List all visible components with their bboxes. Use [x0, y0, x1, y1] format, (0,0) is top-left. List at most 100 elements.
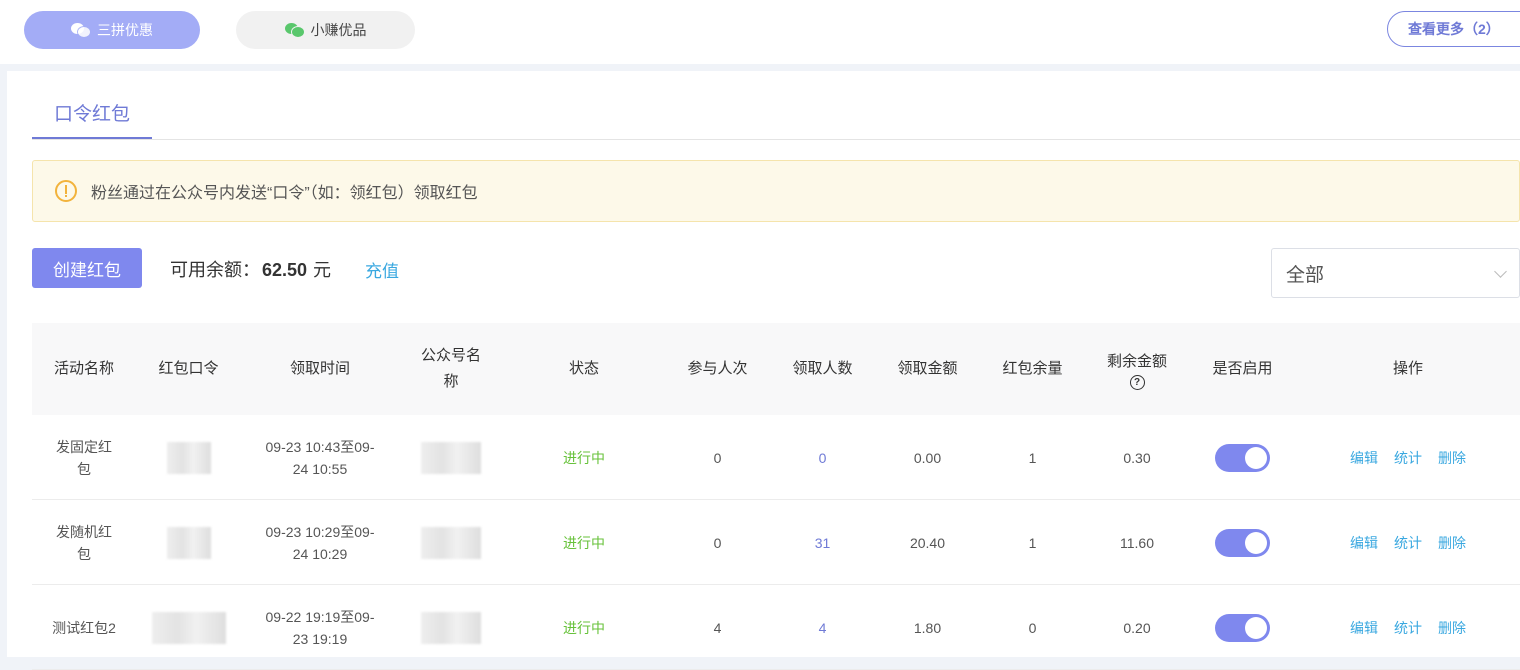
- delete-button[interactable]: 删除: [1438, 447, 1466, 469]
- cell-amount: 1.80: [913, 619, 942, 636]
- cell-account: [407, 585, 495, 670]
- blurred-account: [421, 526, 481, 559]
- cell-account: [407, 415, 495, 500]
- status-badge: 进行中: [563, 449, 605, 466]
- status-filter-value: 全部: [1286, 264, 1325, 286]
- header-remaining-count: 红包余量: [1002, 360, 1063, 377]
- stats-button[interactable]: 统计: [1394, 617, 1422, 639]
- edit-button[interactable]: 编辑: [1350, 447, 1378, 469]
- cell-remaining-amount: 11.60: [1120, 534, 1154, 551]
- balance-amount: 62.50: [262, 260, 308, 280]
- balance-label: 可用余额：: [170, 260, 260, 280]
- cell-time-text: 09-23 10:29至09-24 10:29: [265, 523, 375, 562]
- cell-remaining-amount: 0.30: [1123, 449, 1151, 466]
- blurred-code: [166, 441, 211, 474]
- tab-divider: [32, 139, 1520, 140]
- receivers-link[interactable]: 31: [770, 500, 875, 585]
- header-actions: 操作: [1392, 360, 1423, 377]
- cell-name: 发随机红包: [32, 500, 136, 585]
- cell-amount: 0.00: [913, 449, 942, 466]
- wechat-icon: [71, 22, 91, 38]
- main-panel: 口令红包 粉丝通过在公众号内发送“口令”（如：领红包）领取红包 创建红包 可用余…: [7, 71, 1520, 670]
- toggle-knob: [1245, 616, 1267, 639]
- notice-text: 粉丝通过在公众号内发送“口令”（如：领红包）领取红包: [91, 185, 478, 202]
- header-code: 红包口令: [158, 360, 219, 377]
- warning-icon: [55, 180, 77, 202]
- cell-code: [136, 500, 241, 585]
- cell-actions: 编辑 统计 删除: [1296, 500, 1520, 585]
- wechat-icon: [284, 22, 305, 38]
- table-header: 活动名称 红包口令 领取时间 公众号名称 状态 参与人次 领取人数 领取金额 红…: [32, 323, 1520, 415]
- blurred-account: [421, 441, 481, 474]
- recharge-link[interactable]: 充值: [365, 257, 399, 282]
- cell-actions: 编辑 统计 删除: [1296, 585, 1520, 670]
- view-more-button[interactable]: 查看更多（2）: [1387, 11, 1520, 47]
- enabled-toggle[interactable]: [1215, 528, 1270, 557]
- cell-time: 09-22 19:19至09-23 19:19: [241, 585, 399, 670]
- cell-participants: 4: [713, 619, 722, 636]
- cell-name-text: 发随机红包: [56, 523, 112, 562]
- create-redpacket-button[interactable]: 创建红包: [32, 248, 142, 288]
- stats-button[interactable]: 统计: [1394, 532, 1422, 554]
- header-name: 活动名称: [53, 360, 114, 377]
- tab-xiaozhuan[interactable]: 小赚优品: [236, 11, 415, 49]
- status-badge: 进行中: [563, 619, 605, 636]
- blurred-account: [421, 611, 481, 644]
- receivers-link[interactable]: 0: [770, 415, 875, 500]
- cell-name: 测试红包2: [32, 585, 136, 670]
- header-remaining-amount: 剩余金额 ?: [1085, 323, 1189, 415]
- cell-enabled: [1189, 500, 1296, 585]
- cell-enabled: [1189, 415, 1296, 500]
- cell-amount: 20.40: [909, 534, 946, 551]
- cell-remaining-amount: 0.20: [1123, 619, 1151, 636]
- tab-sanpin-label: 三拼优惠: [97, 22, 153, 38]
- cell-remaining-count: 0: [1028, 619, 1037, 636]
- cell-remaining-count: 1: [1028, 449, 1037, 466]
- receivers-link[interactable]: 4: [770, 585, 875, 670]
- enabled-toggle[interactable]: [1215, 443, 1270, 472]
- balance-display: 可用余额： 62.50 元: [170, 256, 331, 282]
- cell-time: 09-23 10:43至09-24 10:55: [241, 415, 399, 500]
- tab-command-redpacket[interactable]: 口令红包: [32, 99, 152, 126]
- delete-button[interactable]: 删除: [1438, 617, 1466, 639]
- table-row: 发随机红包 09-23 10:29至09-24 10:29 进行中 0 31 20.40 1…: [32, 500, 1520, 585]
- tab-sanpin[interactable]: 三拼优惠: [24, 11, 200, 49]
- cell-name-text: 发固定红包: [56, 438, 112, 477]
- enabled-toggle[interactable]: [1215, 613, 1270, 642]
- cell-participants: 0: [713, 449, 722, 466]
- cell-remaining-count: 1: [1028, 534, 1037, 551]
- table-row: 发固定红包 09-23 10:43至09-24 10:55 进行中 0 0 0.00 1 0.…: [32, 415, 1520, 500]
- header-time: 领取时间: [289, 360, 350, 377]
- blurred-code: [166, 526, 211, 559]
- cell-time-text: 09-23 10:43至09-24 10:55: [265, 438, 375, 477]
- cell-code: [136, 415, 241, 500]
- blurred-code: [151, 611, 226, 644]
- cell-code: [136, 585, 241, 670]
- edit-button[interactable]: 编辑: [1350, 617, 1378, 639]
- tab-xiaozhuan-label: 小赚优品: [310, 22, 367, 38]
- cell-account: [407, 500, 495, 585]
- notice-banner: 粉丝通过在公众号内发送“口令”（如：领红包）领取红包: [32, 160, 1520, 222]
- delete-button[interactable]: 删除: [1438, 532, 1466, 554]
- cell-enabled: [1189, 585, 1296, 670]
- edit-button[interactable]: 编辑: [1350, 532, 1378, 554]
- cell-participants: 0: [713, 534, 722, 551]
- table-row: 测试红包2 09-22 19:19至09-23 19:19 进行中 4 4 1.80 0 0.…: [32, 585, 1520, 670]
- header-status: 状态: [568, 360, 599, 377]
- status-badge: 进行中: [563, 534, 605, 551]
- cell-name-text: 测试红包2: [52, 619, 116, 636]
- header-participants: 参与人次: [687, 360, 748, 377]
- cell-actions: 编辑 统计 删除: [1296, 415, 1520, 500]
- header-amount: 领取金额: [897, 360, 958, 377]
- cell-time: 09-23 10:29至09-24 10:29: [241, 500, 399, 585]
- toggle-knob: [1245, 531, 1267, 554]
- cell-name: 发固定红包: [32, 415, 136, 500]
- header-account: 公众号名称: [420, 347, 481, 390]
- question-icon[interactable]: ?: [1129, 374, 1145, 390]
- status-filter-select[interactable]: 全部: [1271, 248, 1520, 298]
- top-bar: 三拼优惠 小赚优品 查看更多（2）: [0, 0, 1520, 64]
- header-enabled: 是否启用: [1212, 360, 1273, 377]
- balance-unit: 元: [313, 260, 332, 280]
- cell-time-text: 09-22 19:19至09-23 19:19: [265, 608, 375, 647]
- stats-button[interactable]: 统计: [1394, 447, 1422, 469]
